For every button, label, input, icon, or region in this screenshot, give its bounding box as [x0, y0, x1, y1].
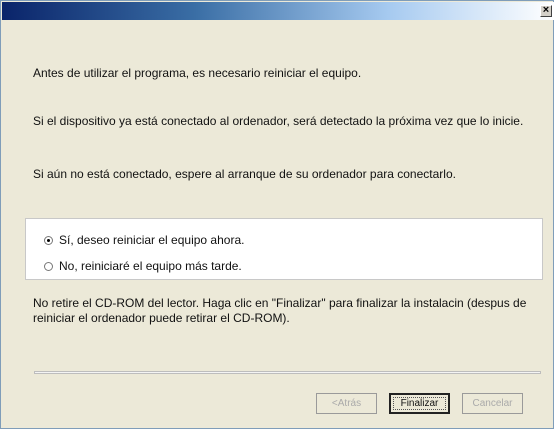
close-button[interactable]: ×	[540, 5, 552, 17]
title-bar: ×	[2, 2, 554, 20]
finish-button[interactable]: Finalizar	[389, 393, 450, 414]
progress-bar	[34, 371, 541, 374]
connected-text: Si el dispositivo ya está conectado al o…	[33, 114, 524, 128]
cancel-button[interactable]: Cancelar	[462, 393, 523, 414]
button-row: <Atrás Finalizar Cancelar	[316, 393, 523, 414]
intro-text: Antes de utilizar el programa, es necesa…	[33, 66, 362, 80]
wizard-content: Antes de utilizar el programa, es necesa…	[11, 23, 543, 403]
installer-window: × Antes de utilizar el programa, es nece…	[0, 0, 554, 429]
cdrom-note: No retire el CD-ROM del lector. Haga cli…	[33, 296, 527, 325]
back-button[interactable]: <Atrás	[316, 393, 377, 414]
restart-later-label: No, reiniciaré el equipo más tarde.	[59, 259, 242, 273]
restart-options-group: Sí, deseo reiniciar el equipo ahora. No,…	[25, 218, 543, 280]
restart-now-option[interactable]: Sí, deseo reiniciar el equipo ahora.	[44, 233, 244, 247]
restart-now-label: Sí, deseo reiniciar el equipo ahora.	[59, 233, 245, 247]
close-icon: ×	[542, 4, 550, 16]
radio-unchecked-icon[interactable]	[44, 261, 53, 271]
not-connected-text: Si aún no está conectado, espere al arra…	[33, 167, 456, 181]
restart-later-option[interactable]: No, reiniciaré el equipo más tarde.	[44, 259, 242, 273]
radio-checked-icon[interactable]	[44, 235, 53, 245]
